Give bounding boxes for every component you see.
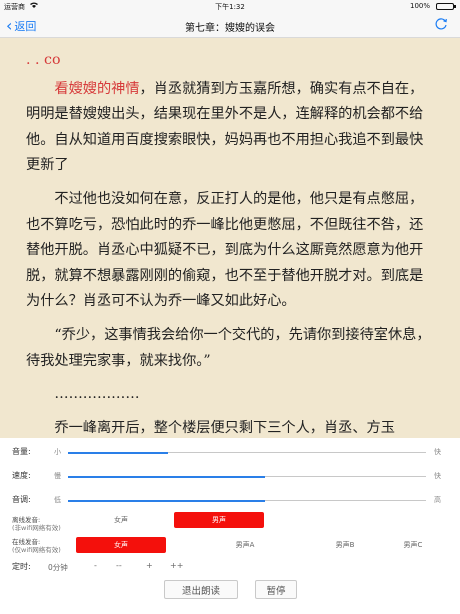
content-separator: ……………… — [54, 386, 140, 403]
chapter-title: 第七章：嫂嫂的误会 — [185, 23, 275, 34]
speed-label: 速度: — [12, 471, 31, 480]
volume-min-label: 小 — [54, 448, 61, 456]
offline-voice-male[interactable]: 男声 — [174, 512, 264, 528]
refresh-icon[interactable] — [434, 17, 448, 31]
highlighted-text: 看嫂嫂的神情 — [54, 80, 140, 97]
battery-icon — [436, 3, 456, 10]
timer-value: 0分钟 — [48, 563, 68, 572]
offline-voice-label: 离线发音: (非wifi网络有效) — [12, 516, 61, 532]
timer-increase-more-button[interactable]: ++ — [170, 561, 183, 570]
timer-label: 定时: — [12, 562, 31, 571]
reading-content: . . co 看嫂嫂的神情，肖丞就猜到方玉嘉所想，确实有点不自在，明明是替嫂嫂出… — [26, 48, 436, 441]
online-voice-label: 在线发音: (仅wifi网络有效) — [12, 538, 61, 554]
nav-bar: ‹ 返回 第七章：嫂嫂的误会 — [0, 13, 460, 38]
battery-percent: 100% — [409, 2, 430, 10]
timer-decrease-button[interactable]: - — [94, 561, 97, 570]
online-voice-note: (仅wifi网络有效) — [12, 546, 61, 554]
offline-voice-title: 离线发音: — [12, 516, 41, 524]
content-line: . . co — [26, 52, 61, 68]
timer-decrease-more-button[interactable]: -- — [116, 561, 122, 570]
tts-control-panel: 音量: 小 快 速度: 慢 快 音调: 低 高 离线发音: (非wifi网络有效… — [0, 438, 460, 614]
content-paragraph: 看嫂嫂的神情，肖丞就猜到方玉嘉所想，确实有点不自在，明明是替嫂嫂出头，结果现在里… — [26, 77, 436, 179]
volume-max-label: 快 — [434, 448, 441, 456]
pitch-min-label: 低 — [54, 496, 61, 504]
speed-max-label: 快 — [434, 472, 441, 480]
pitch-slider[interactable] — [68, 499, 426, 502]
clock: 下午1:32 — [215, 3, 245, 11]
speed-min-label: 慢 — [54, 472, 61, 480]
status-bar: 运营商 下午1:32 100% — [0, 0, 460, 13]
timer-increase-button[interactable]: + — [146, 561, 153, 570]
pause-button[interactable]: 暂停 — [255, 580, 297, 599]
online-voice-male-a[interactable]: 男声A — [200, 537, 290, 553]
pitch-label: 音调: — [12, 495, 31, 504]
content-paragraph: 不过他也没如何在意，反正打人的是他，他只是有点憋屈，也不算吃亏，恐怕此时的乔一峰… — [26, 190, 424, 310]
volume-slider[interactable] — [68, 451, 426, 454]
online-voice-male-c[interactable]: 男声C — [368, 537, 458, 553]
exit-reading-button[interactable]: 退出朗读 — [164, 580, 238, 599]
online-voice-female[interactable]: 女声 — [76, 537, 166, 553]
speed-slider[interactable] — [68, 475, 426, 478]
online-voice-title: 在线发音: — [12, 538, 41, 546]
offline-voice-note: (非wifi网络有效) — [12, 524, 61, 532]
volume-label: 音量: — [12, 447, 31, 456]
content-paragraph: “乔少，这事情我会给你一个交代的，先请你到接待室休息，待我处理完家事，就来找你。… — [26, 326, 431, 369]
pitch-max-label: 高 — [434, 496, 441, 504]
offline-voice-female[interactable]: 女声 — [76, 512, 166, 528]
